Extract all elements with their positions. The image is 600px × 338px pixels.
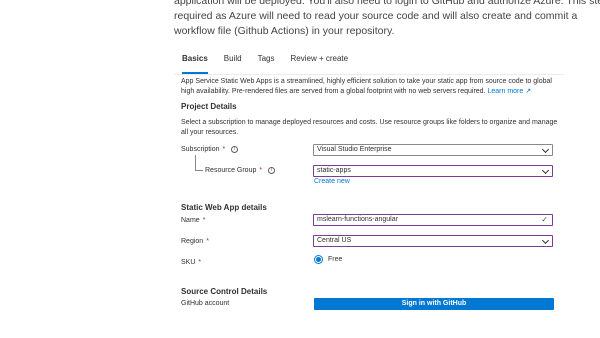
required-marker: * xyxy=(202,217,206,224)
sku-free-radio[interactable]: Free xyxy=(314,255,342,264)
chevron-down-icon xyxy=(541,166,550,175)
intro-text: application will be deployed. You'll als… xyxy=(174,0,600,39)
source-control-title: Source Control Details xyxy=(181,287,268,296)
tree-connector-vertical xyxy=(195,155,196,170)
required-marker: * xyxy=(222,146,226,153)
required-marker: * xyxy=(206,238,209,245)
name-label-text: Name xyxy=(181,217,200,224)
create-new-link[interactable]: Create new xyxy=(314,178,350,185)
chevron-down-icon xyxy=(541,145,550,154)
intro-line-2: required as Azure will need to read your… xyxy=(174,10,578,22)
tab-tags[interactable]: Tags xyxy=(258,54,275,74)
tab-bar: Basics Build Tags Review + create xyxy=(182,54,364,74)
required-marker: * xyxy=(198,259,202,266)
learn-more-link[interactable]: Learn more ↗ xyxy=(487,88,531,95)
region-label: Region * xyxy=(181,238,209,245)
sku-label-text: SKU xyxy=(181,259,196,266)
sku-label: SKU * xyxy=(181,259,201,266)
subscription-value: Visual Studio Enterprise xyxy=(317,146,392,153)
resource-group-value: static-apps xyxy=(317,167,351,174)
region-value: Central US xyxy=(317,237,352,244)
tab-review-create[interactable]: Review + create xyxy=(291,54,349,74)
radio-selected-icon xyxy=(314,255,323,264)
subscription-label: Subscription * i xyxy=(181,146,239,153)
static-web-app-details-title: Static Web App details xyxy=(181,203,267,212)
subscription-select[interactable]: Visual Studio Enterprise xyxy=(313,144,553,156)
checkmark-icon: ✓ xyxy=(541,215,548,224)
subscription-label-text: Subscription xyxy=(181,146,220,153)
sku-free-label: Free xyxy=(328,256,343,263)
intro-line-1: application will be deployed. You'll als… xyxy=(174,0,600,7)
resource-group-label: Resource Group * i xyxy=(205,167,276,174)
sign-in-github-button[interactable]: Sign in with GitHub xyxy=(314,298,554,310)
chevron-down-icon xyxy=(541,236,550,245)
tab-basics[interactable]: Basics xyxy=(182,54,208,74)
name-label: Name * xyxy=(181,217,205,224)
info-icon[interactable]: i xyxy=(231,146,239,153)
project-details-help: Select a subscription to manage deployed… xyxy=(181,119,558,136)
required-marker: * xyxy=(259,167,263,174)
name-value: mslearn-functions-angular xyxy=(317,216,398,223)
external-link-icon: ↗ xyxy=(525,87,532,95)
tree-connector-horizontal xyxy=(195,170,203,171)
github-account-label-text: GitHub account xyxy=(181,300,230,307)
tab-build[interactable]: Build xyxy=(224,54,242,74)
name-input[interactable]: mslearn-functions-angular ✓ xyxy=(313,214,553,226)
region-select[interactable]: Central US xyxy=(313,235,553,247)
service-description: App Service Static Web Apps is a streaml… xyxy=(181,77,561,96)
github-account-label: GitHub account xyxy=(181,300,229,307)
intro-line-3: workflow file (Github Actions) in your r… xyxy=(174,25,395,37)
region-label-text: Region xyxy=(181,238,204,245)
tab-divider xyxy=(174,74,564,75)
project-details-title: Project Details xyxy=(181,102,237,111)
info-icon[interactable]: i xyxy=(268,167,276,174)
resource-group-label-text: Resource Group xyxy=(205,167,257,174)
learn-more-label: Learn more xyxy=(487,87,524,95)
resource-group-select[interactable]: static-apps xyxy=(313,165,553,177)
